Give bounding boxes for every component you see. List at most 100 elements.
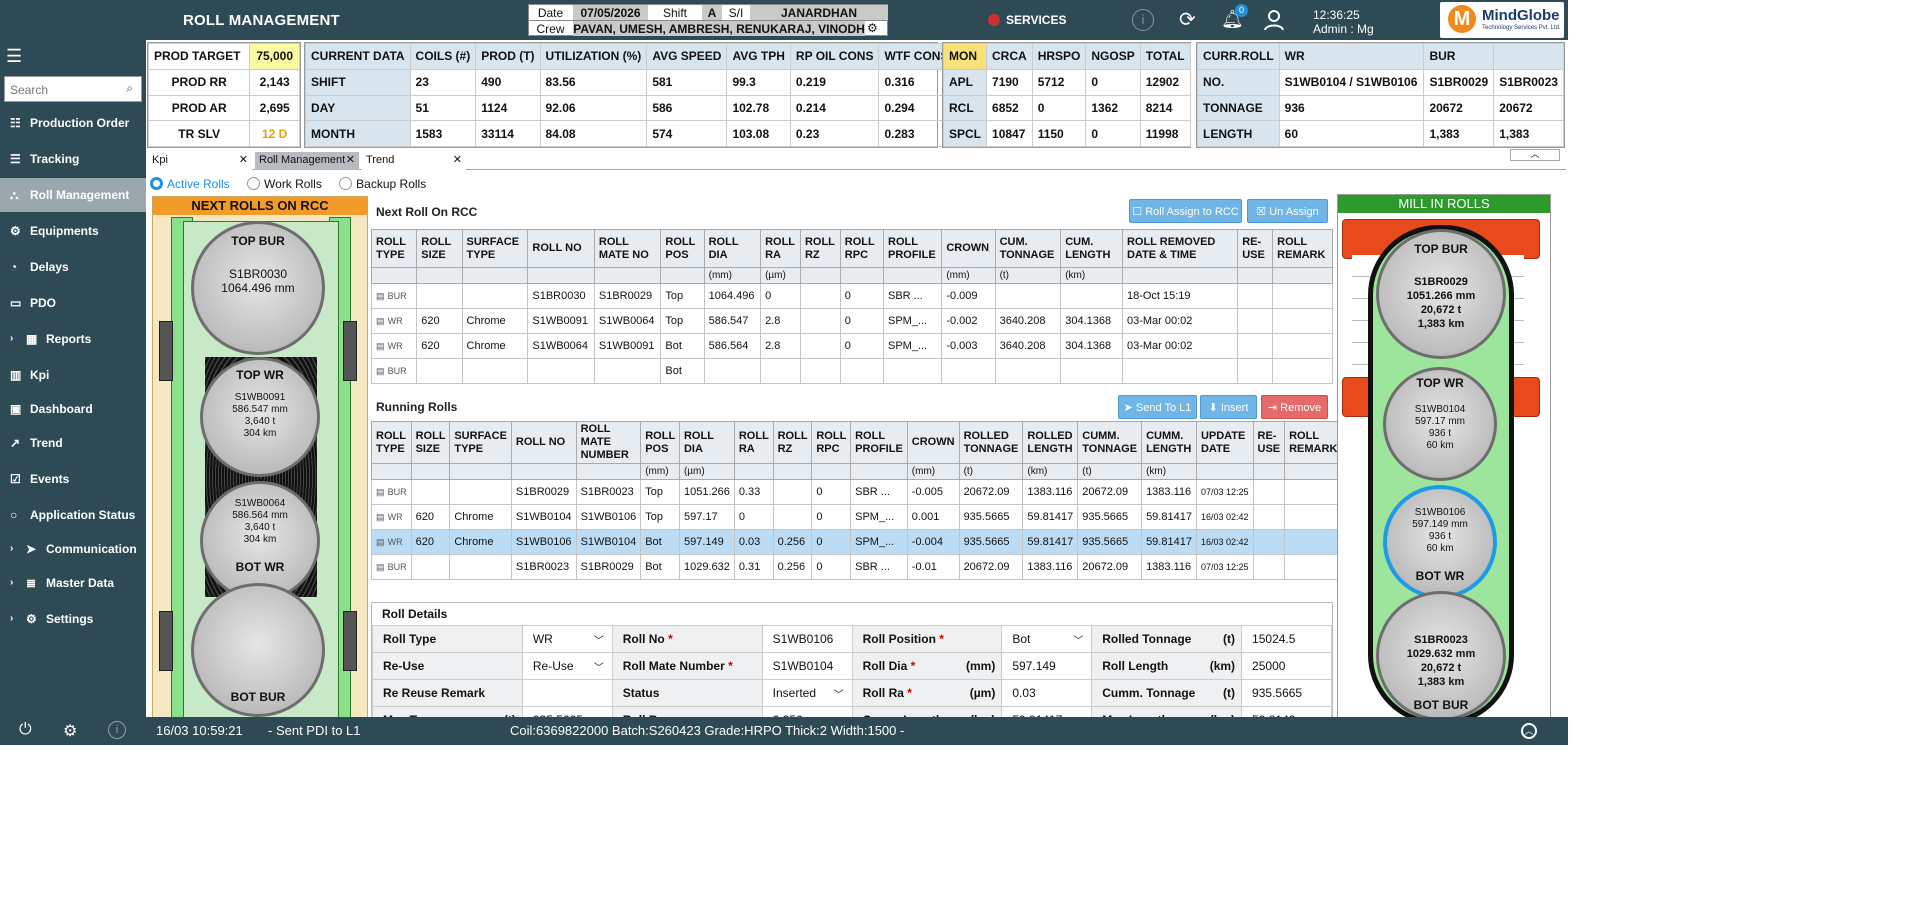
sidebar-item-roll-management[interactable]: ⛬ Roll Management (0, 178, 146, 212)
table-row[interactable]: ▤ WR 620 Chrome S1WB0091 S1WB0064 Top 586.547 2… (370, 308, 1333, 334)
chevron-down-icon[interactable]: ﹀ (834, 686, 844, 701)
chevron-up-icon[interactable]: ︿ (1521, 723, 1537, 739)
column-header[interactable]: ROLL TYPE (371, 421, 412, 464)
sidebar-item-settings[interactable]: › ⚙ Settings (0, 602, 146, 636)
field-input[interactable]: 15024.5 (1241, 625, 1332, 653)
column-header[interactable]: CROWN (906, 421, 960, 464)
column-header[interactable]: SURFACE TYPE (449, 421, 512, 464)
sidebar-item-pdo[interactable]: ▭ PDO (0, 286, 146, 320)
send-to-l1-button[interactable]: ➤ Send To L1 (1118, 395, 1197, 419)
info-icon[interactable]: i (1132, 9, 1154, 31)
field-input[interactable]: Bot ﹀ (1001, 625, 1093, 653)
sidebar-item-kpi[interactable]: ▥ Kpi (0, 358, 146, 392)
radio-work-rolls[interactable]: Work Rolls (247, 177, 322, 191)
field-input[interactable]: 0.03 (1001, 679, 1093, 707)
table-row[interactable]: ▤ BUR Bot (370, 358, 1333, 384)
sidebar-item-master-data[interactable]: › ≣ Master Data (0, 566, 146, 600)
column-header[interactable]: RE-USE (1252, 421, 1286, 464)
field-input[interactable]: WR ﹀ (521, 625, 613, 653)
column-header[interactable]: ROLL POS (640, 421, 680, 464)
refresh-icon[interactable]: ⟳ (1179, 7, 1196, 32)
column-header[interactable]: ROLLED LENGTH (1022, 421, 1079, 464)
field-input[interactable]: S1WB0106 (761, 625, 853, 653)
table-row[interactable]: ▤ WR 620 Chrome S1WB0064 S1WB0091 Bot 586.564 2… (370, 333, 1333, 359)
close-icon[interactable]: ✕ (346, 153, 355, 166)
rcc-bot-bur-roll[interactable]: BOT BUR (191, 583, 325, 717)
column-header[interactable]: ROLL DIA (703, 229, 762, 268)
column-header[interactable]: ROLL TYPE (370, 229, 418, 268)
table-row[interactable]: ▤ WR 620 Chrome S1WB0104 S1WB0106 Top 597.17 0 0… (371, 504, 1343, 530)
search-input[interactable]: Search ⌕ (4, 76, 142, 102)
column-header[interactable]: ROLL REMOVED DATE & TIME (1121, 229, 1239, 268)
column-header[interactable]: SURFACE TYPE (461, 229, 529, 268)
field-input[interactable]: Inserted ﹀ (761, 679, 853, 707)
radio-backup-rolls[interactable]: Backup Rolls (339, 177, 426, 191)
table-row[interactable]: ▤ BUR S1BR0029 S1BR0023 Top 1051.266 0.33 0 SBR… (371, 479, 1343, 505)
column-header[interactable]: ROLL RPC (811, 421, 852, 464)
column-header[interactable]: ROLL NO (527, 229, 595, 268)
unassign-button[interactable]: ☒ Un Assign (1247, 199, 1328, 223)
column-header[interactable]: ROLL NO (510, 421, 577, 464)
rcc-top-wr-roll[interactable]: TOP WR S1WB0091 586.547 mm 3,640 t 304 k… (200, 357, 320, 477)
field-input[interactable]: 935.5665 (1241, 679, 1332, 707)
sidebar-item-dashboard[interactable]: ▣ Dashboard (0, 392, 146, 426)
column-header[interactable]: ROLL RZ (799, 229, 841, 268)
close-icon[interactable]: ✕ (239, 153, 248, 166)
column-header[interactable]: ROLL SIZE (410, 421, 451, 464)
column-header[interactable]: ROLL RA (760, 229, 801, 268)
column-header[interactable]: ROLL MATE NO (593, 229, 662, 268)
column-header[interactable]: ROLL RPC (839, 229, 885, 268)
sidebar-item-equipments[interactable]: ⚙ Equipments (0, 214, 146, 248)
column-header[interactable]: CUMM. TONNAGE (1077, 421, 1143, 464)
settings-gear-icon[interactable]: ⚙ (63, 721, 77, 741)
mill-top-bur-roll[interactable]: TOP BUR S1BR0029 1051.266 mm 20,672 t 1,… (1376, 229, 1506, 359)
sidebar-item-tracking[interactable]: ☰ Tracking (0, 142, 146, 176)
table-row[interactable]: ▤ BUR S1BR0023 S1BR0029 Bot 1029.632 0.31 0.25… (371, 554, 1343, 580)
mill-bot-bur-roll[interactable]: S1BR0023 1029.632 mm 20,672 t 1,383 km B… (1376, 591, 1506, 717)
column-header[interactable]: CUM. LENGTH (1060, 229, 1123, 268)
sidebar-item-communication[interactable]: › ➤ Communication (0, 532, 146, 566)
field-input[interactable]: S1WB0104 (761, 652, 853, 680)
sidebar-item-reports[interactable]: › ▦ Reports (0, 322, 146, 356)
column-header[interactable]: UPDATE DATE (1195, 421, 1254, 464)
sidebar-item-production-order[interactable]: ☷ Production Order (0, 106, 146, 140)
tab-kpi[interactable]: Kpi ✕ (148, 152, 252, 170)
hamburger-menu-icon[interactable]: ☰ (6, 46, 22, 67)
info-icon[interactable]: i (108, 721, 126, 739)
table-row[interactable]: ▤ BUR S1BR0030 S1BR0029 Top 1064.496 0 0 SBR ..… (370, 283, 1333, 309)
field-input[interactable]: 25000 (1241, 652, 1332, 680)
table-row[interactable]: ▤ WR 620 Chrome S1WB0106 S1WB0104 Bot 597.149 0… (371, 529, 1343, 555)
sidebar-item-trend[interactable]: ↗ Trend (0, 426, 146, 460)
insert-button[interactable]: ⬇ Insert (1200, 395, 1257, 419)
column-header[interactable]: ROLL SIZE (416, 229, 463, 268)
column-header[interactable]: ROLL PROFILE (882, 229, 943, 268)
mill-bot-wr-roll[interactable]: S1WB0106 597.149 mm 936 t 60 km BOT WR (1383, 485, 1497, 599)
power-icon[interactable]: ⏻ (19, 721, 32, 739)
radio-active-rolls[interactable]: Active Rolls (150, 177, 230, 191)
field-input[interactable]: Re-Use ﹀ (521, 652, 613, 680)
roll-assign-button[interactable]: ☐ Roll Assign to RCC (1129, 199, 1242, 223)
rcc-top-bur-roll[interactable]: TOP BUR S1BR0030 1064.496 mm (191, 221, 325, 355)
column-header[interactable]: CROWN (941, 229, 996, 268)
tab-trend[interactable]: Trend ✕ (362, 152, 466, 170)
remove-button[interactable]: ⇥ Remove (1261, 395, 1328, 419)
column-header[interactable]: CUM. TONNAGE (994, 229, 1062, 268)
user-icon[interactable] (1263, 9, 1285, 31)
collapse-icon[interactable]: ︿ (1510, 149, 1560, 161)
column-header[interactable]: RE-USE (1237, 229, 1274, 268)
services-status[interactable]: SERVICES (988, 13, 1066, 27)
sidebar-item-events[interactable]: ☑ Events (0, 462, 146, 496)
column-header[interactable]: ROLL REMARK (1284, 421, 1343, 464)
chevron-down-icon[interactable]: ﹀ (594, 659, 604, 674)
column-header[interactable]: ROLL PROFILE (850, 421, 908, 464)
tab-roll-management[interactable]: Roll Management ✕ (255, 152, 359, 170)
chevron-down-icon[interactable]: ﹀ (1073, 632, 1083, 647)
column-header[interactable]: ROLLED TONNAGE (958, 421, 1024, 464)
column-header[interactable]: ROLL POS (660, 229, 705, 268)
column-header[interactable]: ROLL REMARK (1272, 229, 1333, 268)
gear-icon[interactable]: ⚙ (867, 21, 878, 35)
column-header[interactable]: ROLL DIA (678, 421, 735, 464)
sidebar-item-delays[interactable]: ◔ Delays (0, 250, 146, 284)
chevron-down-icon[interactable]: ﹀ (594, 632, 604, 647)
field-input[interactable]: 597.149 (1001, 652, 1093, 680)
